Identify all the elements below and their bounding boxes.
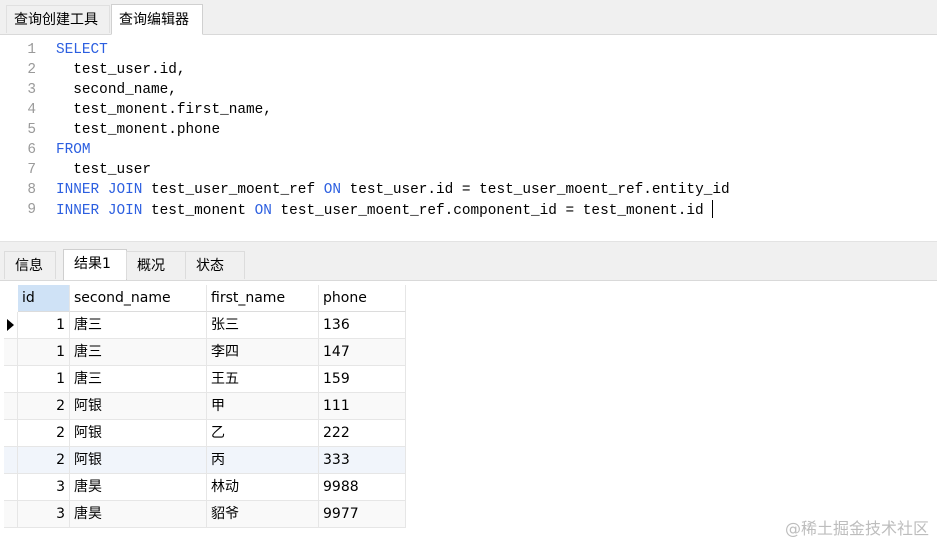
- sql-text: second_name,: [56, 82, 177, 98]
- line-number: 9: [27, 202, 36, 218]
- cell-second-name[interactable]: 阿银: [70, 420, 207, 447]
- code-text: test_monent.phone: [56, 120, 220, 140]
- cell-second-name[interactable]: 唐三: [70, 366, 207, 393]
- row-indicator[interactable]: [4, 366, 18, 393]
- tab-query-editor[interactable]: 查询编辑器: [111, 4, 203, 35]
- cell-id[interactable]: 2: [18, 393, 70, 420]
- code-text: FROM: [56, 140, 91, 160]
- line-number: 2: [27, 62, 36, 78]
- sql-keyword: ON: [323, 182, 341, 198]
- watermark: @稀土掘金技术社区: [784, 519, 929, 538]
- cell-phone[interactable]: 147: [319, 339, 406, 366]
- sql-text: test_user_moent_ref.component_id = test_…: [271, 203, 704, 219]
- cell-phone[interactable]: 9977: [319, 501, 406, 528]
- column-header-phone[interactable]: phone: [319, 285, 406, 312]
- code-text: INNER JOIN test_monent ON test_user_moen…: [56, 200, 713, 221]
- cell-id[interactable]: 3: [18, 501, 70, 528]
- line-number: 8: [27, 182, 36, 198]
- cell-second-name[interactable]: 阿银: [70, 447, 207, 474]
- result-tab-bar: 信息 结果1 概况 状态: [0, 248, 937, 281]
- cell-second-name[interactable]: 唐昊: [70, 474, 207, 501]
- cell-second-name[interactable]: 阿银: [70, 393, 207, 420]
- code-text: test_user.id,: [56, 60, 186, 80]
- cell-phone[interactable]: 9988: [319, 474, 406, 501]
- sql-keyword: INNER JOIN: [56, 203, 143, 219]
- tab-query-builder[interactable]: 查询创建工具: [6, 5, 110, 33]
- sql-keyword: INNER JOIN: [56, 182, 143, 198]
- row-indicator[interactable]: [4, 420, 18, 447]
- sql-text: test_monent.phone: [56, 122, 221, 138]
- cell-id[interactable]: 2: [18, 447, 70, 474]
- tab-result-1[interactable]: 结果1: [63, 249, 127, 280]
- line-number: 5: [27, 122, 36, 138]
- sql-keyword: ON: [254, 203, 272, 219]
- cell-id[interactable]: 2: [18, 420, 70, 447]
- code-text: second_name,: [56, 80, 177, 100]
- tab-overview[interactable]: 概况: [126, 251, 186, 279]
- line-number: 3: [27, 82, 36, 98]
- sql-keyword: FROM: [56, 142, 91, 158]
- sql-text: test_monent: [142, 203, 255, 219]
- cell-first-name[interactable]: 貂爷: [207, 501, 319, 528]
- tab-status[interactable]: 状态: [185, 251, 245, 279]
- code-text: test_user: [56, 160, 151, 180]
- cell-first-name[interactable]: 李四: [207, 339, 319, 366]
- cell-id[interactable]: 1: [18, 339, 70, 366]
- cell-first-name[interactable]: 张三: [207, 312, 319, 339]
- sql-editor[interactable]: 1 SELECT 2 test_user.id, 3 second_name, 4 te…: [0, 35, 937, 240]
- row-indicator[interactable]: [4, 447, 18, 474]
- cell-phone[interactable]: 222: [319, 420, 406, 447]
- line-number: 4: [27, 102, 36, 118]
- text-cursor: [711, 200, 713, 218]
- tab-info[interactable]: 信息: [4, 251, 56, 279]
- code-text: test_monent.first_name,: [56, 100, 272, 120]
- cell-second-name[interactable]: 唐昊: [70, 501, 207, 528]
- cell-phone[interactable]: 333: [319, 447, 406, 474]
- row-indicator[interactable]: [4, 501, 18, 528]
- line-number: 6: [27, 142, 36, 158]
- code-text: SELECT: [56, 40, 108, 60]
- cell-id[interactable]: 3: [18, 474, 70, 501]
- row-indicator[interactable]: [4, 474, 18, 501]
- sql-text: test_user_moent_ref: [142, 182, 324, 198]
- pane-splitter[interactable]: [0, 241, 937, 248]
- column-header-id[interactable]: id: [18, 285, 70, 312]
- sql-text: test_user: [56, 162, 151, 178]
- cell-first-name[interactable]: 林动: [207, 474, 319, 501]
- cell-id[interactable]: 1: [18, 312, 70, 339]
- column-header-first-name[interactable]: first_name: [207, 285, 319, 312]
- sql-text: test_user.id,: [56, 62, 186, 78]
- code-text: INNER JOIN test_user_moent_ref ON test_u…: [56, 180, 730, 200]
- cell-first-name[interactable]: 乙: [207, 420, 319, 447]
- cell-phone[interactable]: 159: [319, 366, 406, 393]
- cell-second-name[interactable]: 唐三: [70, 339, 207, 366]
- row-indicator[interactable]: [4, 393, 18, 420]
- sql-text: test_monent.first_name,: [56, 102, 272, 118]
- query-tab-bar: 查询创建工具 查询编辑器: [0, 0, 937, 35]
- cell-phone[interactable]: 111: [319, 393, 406, 420]
- cell-first-name[interactable]: 丙: [207, 447, 319, 474]
- cell-phone[interactable]: 136: [319, 312, 406, 339]
- cell-first-name[interactable]: 王五: [207, 366, 319, 393]
- sql-keyword: SELECT: [56, 42, 108, 58]
- row-indicator[interactable]: [4, 312, 18, 339]
- cell-first-name[interactable]: 甲: [207, 393, 319, 420]
- cell-second-name[interactable]: 唐三: [70, 312, 207, 339]
- sql-text: test_user.id = test_user_moent_ref.entit…: [341, 182, 730, 198]
- current-row-arrow-icon: [7, 319, 14, 331]
- row-indicator[interactable]: [4, 339, 18, 366]
- line-number: 7: [27, 162, 36, 178]
- column-header-second-name[interactable]: second_name: [70, 285, 207, 312]
- line-number: 1: [27, 42, 36, 58]
- cell-id[interactable]: 1: [18, 366, 70, 393]
